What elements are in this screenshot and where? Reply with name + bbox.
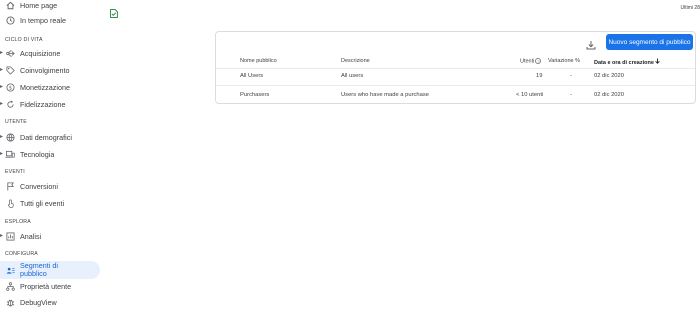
column-header-users[interactable]: Utenti?	[520, 58, 542, 65]
sidebar: Home page In tempo reale CICLO DI VITA ▸…	[0, 0, 104, 313]
section-title-user: UTENTE	[5, 119, 27, 125]
divider	[216, 68, 695, 69]
cell-description: Users who have made a purchase	[341, 92, 429, 98]
divider	[216, 85, 695, 86]
touch-icon	[5, 198, 15, 208]
section-title-lifecycle: CICLO DI VITA	[5, 37, 43, 43]
caret-icon: ▸	[0, 101, 4, 107]
sidebar-item-analysis[interactable]: ▸ Analisi	[0, 228, 100, 245]
tag-icon	[5, 65, 15, 75]
sidebar-item-technology[interactable]: ▸ Tecnologia	[0, 146, 100, 163]
cell-variation: -	[570, 92, 572, 98]
cell-description: All users	[341, 73, 364, 79]
column-header-variation[interactable]: Variazione %	[548, 58, 580, 64]
sidebar-item-conversions[interactable]: Conversioni	[0, 178, 100, 195]
sidebar-item-acquisition[interactable]: ▸ Acquisizione	[0, 45, 100, 62]
svg-text:$: $	[8, 85, 11, 91]
help-icon[interactable]: ?	[535, 58, 542, 64]
globe-icon	[5, 132, 15, 142]
audience-icon	[5, 265, 15, 275]
sidebar-item-all-events[interactable]: Tutti gli eventi	[0, 195, 100, 212]
coin-icon: $	[5, 82, 15, 92]
caret-icon: ▸	[0, 50, 4, 56]
column-header-description[interactable]: Descrizione	[341, 58, 370, 64]
caret-icon: ▸	[0, 233, 4, 239]
sidebar-item-engagement[interactable]: ▸ Coinvolgimento	[0, 62, 100, 79]
hierarchy-icon	[5, 281, 15, 291]
cell-users: < 10 utenti	[516, 92, 544, 98]
cell-created: 02 dic 2020	[594, 92, 624, 98]
sidebar-item-label: In tempo reale	[20, 16, 66, 25]
cell-created: 02 dic 2020	[594, 73, 624, 79]
column-header-name[interactable]: Nome pubblico	[240, 58, 277, 64]
analysis-icon	[5, 231, 15, 241]
flag-icon	[5, 181, 15, 191]
cell-users: 19	[536, 73, 543, 79]
clock-icon	[5, 15, 15, 25]
column-header-created[interactable]: Data e ora di creazione	[594, 58, 660, 66]
sidebar-item-debugview[interactable]: DebugView	[0, 294, 100, 311]
sidebar-item-label: Analisi	[20, 232, 42, 241]
sidebar-item-label: Tecnologia	[20, 150, 55, 159]
cell-variation: -	[570, 73, 572, 79]
caret-icon: ▸	[0, 67, 4, 73]
sidebar-item-retention[interactable]: ▸ Fidelizzazione	[0, 96, 100, 113]
cell-name[interactable]: Purchasers	[240, 92, 269, 98]
sort-down-icon	[655, 58, 660, 66]
sidebar-item-label: Monetizzazione	[20, 83, 70, 92]
section-title-explore: ESPLORA	[5, 219, 31, 225]
home-icon	[5, 0, 15, 10]
sidebar-item-label: DebugView	[20, 298, 57, 307]
sidebar-item-label: Segmenti di pubblico	[20, 261, 58, 278]
caret-icon: ▸	[0, 134, 4, 140]
new-audience-button[interactable]: Nuovo segmento di pubblico	[606, 34, 693, 50]
cell-name[interactable]: All Users	[240, 73, 263, 79]
section-title-events: EVENTI	[5, 169, 25, 175]
sidebar-item-user-properties[interactable]: Proprietà utente	[0, 278, 100, 295]
sidebar-item-realtime[interactable]: In tempo reale	[0, 12, 100, 29]
sidebar-item-label: Proprietà utente	[20, 282, 72, 291]
column-header-users-label: Utenti	[520, 58, 535, 65]
loop-icon	[5, 99, 15, 109]
caret-icon: ▸	[0, 151, 4, 157]
sidebar-item-label: Tutti gli eventi	[20, 199, 65, 208]
document-check-icon[interactable]	[110, 5, 118, 18]
sidebar-item-label: Acquisizione	[20, 49, 61, 58]
sidebar-item-label: Coinvolgimento	[20, 66, 70, 75]
date-range-label[interactable]: Ultimi 28	[681, 5, 700, 11]
sidebar-item-monetization[interactable]: ▸ $ Monetizzazione	[0, 79, 100, 96]
sidebar-item-label: Fidelizzazione	[20, 100, 66, 109]
sidebar-item-label: Home page	[20, 1, 58, 10]
column-header-created-label: Data e ora di creazione	[594, 60, 654, 66]
section-title-configure: CONFIGURA	[5, 251, 38, 257]
caret-icon: ▸	[0, 84, 4, 90]
sidebar-item-audiences[interactable]: Segmenti di pubblico	[0, 261, 100, 279]
sidebar-item-label: Dati demografici	[20, 133, 72, 142]
devices-icon	[5, 149, 15, 159]
acquisition-icon	[5, 48, 15, 58]
sidebar-item-demographics[interactable]: ▸ Dati demografici	[0, 129, 100, 146]
sidebar-item-label: Conversioni	[20, 182, 58, 191]
download-icon[interactable]	[586, 37, 596, 50]
bug-icon	[5, 297, 15, 307]
